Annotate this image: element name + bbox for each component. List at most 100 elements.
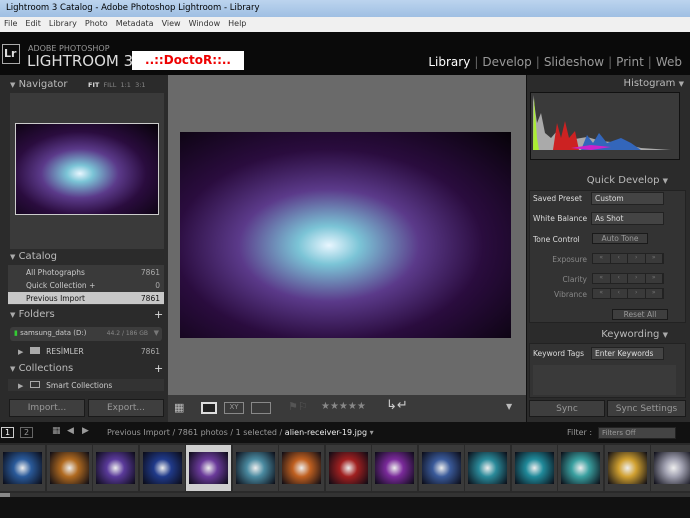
smart-collections[interactable]: ▶ Smart Collections	[8, 379, 164, 391]
folders-header[interactable]: ▼ Folders	[10, 309, 55, 320]
loupe-view-icon[interactable]	[201, 402, 217, 414]
catalog-quick-collection[interactable]: Quick Collection +0	[8, 279, 164, 291]
filter-label: Filter :	[567, 428, 593, 437]
exposure-stepper[interactable]: «‹ ›»	[592, 253, 664, 264]
histogram-header[interactable]: Histogram ▼	[624, 78, 684, 89]
clarity-stepper[interactable]: «‹ ›»	[592, 273, 664, 284]
module-develop[interactable]: Develop	[482, 55, 531, 69]
filmstrip-info-bar: 1 2 ▦ ◀ ▶ Previous Import / 7861 photos …	[0, 424, 690, 442]
smart-collection-icon	[29, 381, 40, 388]
menu-library[interactable]: Library	[49, 19, 77, 28]
catalog-previous-import[interactable]: Previous Import 7861	[8, 292, 164, 304]
module-slideshow[interactable]: Slideshow	[544, 55, 604, 69]
module-print[interactable]: Print	[616, 55, 644, 69]
navigator-image	[15, 123, 159, 215]
filmstrip-thumbnail[interactable]	[232, 445, 278, 491]
menu-file[interactable]: File	[4, 19, 17, 28]
quick-develop-header[interactable]: Quick Develop ▼	[587, 175, 668, 186]
histogram-graph	[533, 95, 671, 150]
filmstrip-thumbnail[interactable]	[558, 445, 603, 491]
grid-icon[interactable]: ▦	[52, 426, 61, 436]
filmstrip-scrollbar[interactable]	[0, 493, 10, 497]
sync-button[interactable]: Sync	[529, 400, 605, 417]
menu-help[interactable]: Help	[228, 19, 246, 28]
filmstrip-thumbnail[interactable]	[604, 445, 650, 491]
toolbar-menu-icon[interactable]: ▼	[506, 402, 512, 411]
thumbnail-image	[96, 452, 135, 484]
white-balance-select[interactable]: As Shot	[591, 212, 664, 225]
filmstrip-thumbnail[interactable]	[372, 445, 417, 491]
back-arrow-icon[interactable]: ◀	[67, 426, 74, 436]
filmstrip-thumbnail[interactable]	[651, 445, 690, 491]
folder-resimler[interactable]: ▶ RESİMLER 7861	[8, 345, 164, 357]
rotate-icons[interactable]: ↳↵	[386, 398, 408, 413]
keywording-header[interactable]: Keywording ▼	[601, 329, 668, 340]
filmstrip-thumbnail[interactable]	[0, 445, 45, 491]
menu-bar: File Edit Library Photo Metadata View Window He…	[0, 17, 690, 32]
thumbnail-image	[328, 452, 368, 484]
menu-photo[interactable]: Photo	[85, 19, 108, 28]
export-button[interactable]: Export...	[88, 399, 164, 417]
menu-edit[interactable]: Edit	[25, 19, 41, 28]
thumbnail-image	[3, 452, 42, 484]
thumbnail-image	[607, 452, 647, 484]
reset-all-button[interactable]: Reset All	[612, 309, 668, 320]
filmstrip[interactable]	[0, 443, 690, 493]
compare-view-icon[interactable]: XY	[224, 402, 244, 414]
menu-view[interactable]: View	[162, 19, 181, 28]
filmstrip-thumbnail[interactable]	[511, 445, 557, 491]
module-library[interactable]: Library	[428, 55, 470, 69]
collections-header[interactable]: ▼ Collections	[10, 363, 73, 374]
filmstrip-scroll[interactable]	[0, 493, 690, 518]
thumbnail-image	[421, 452, 461, 484]
survey-view-icon[interactable]	[251, 402, 271, 414]
flag-icon[interactable]: ⚑⚐	[288, 400, 308, 413]
add-folder-icon[interactable]: +	[154, 308, 163, 321]
thumbnail-image	[142, 452, 182, 484]
filmstrip-thumbnail[interactable]	[418, 445, 464, 491]
filmstrip-thumbnail[interactable]	[139, 445, 185, 491]
zoom-1-1[interactable]: 1:1	[120, 81, 130, 89]
thumbnail-image	[375, 452, 414, 484]
star-rating[interactable]: ★★★★★	[321, 401, 366, 412]
menu-metadata[interactable]: Metadata	[116, 19, 154, 28]
filmstrip-thumbnail[interactable]	[279, 445, 324, 491]
module-web[interactable]: Web	[656, 55, 682, 69]
filmstrip-thumbnail[interactable]	[186, 445, 231, 491]
thumbnail-image	[189, 452, 228, 484]
module-picker: Library | Develop | Slideshow | Print | Web	[428, 55, 682, 69]
thumbnail-image	[282, 452, 321, 484]
saved-preset-select[interactable]: Custom	[591, 192, 664, 205]
thumbnail-image	[561, 452, 600, 484]
keyword-tags-select[interactable]: Enter Keywords	[591, 347, 664, 360]
vibrance-stepper[interactable]: «‹ ›»	[592, 288, 664, 299]
import-button[interactable]: Import...	[9, 399, 85, 417]
screen-1-button[interactable]: 1	[1, 427, 15, 438]
navigator-header[interactable]: ▼ Navigator	[10, 79, 68, 90]
source-path[interactable]: Previous Import / 7861 photos / 1 select…	[107, 428, 374, 437]
forward-arrow-icon[interactable]: ▶	[82, 426, 89, 436]
add-collection-icon[interactable]: +	[154, 362, 163, 375]
sync-settings-button[interactable]: Sync Settings	[607, 400, 686, 417]
grid-view-icon[interactable]: ▦	[174, 401, 184, 414]
filmstrip-thumbnail[interactable]	[465, 445, 510, 491]
zoom-3-1[interactable]: 3:1	[135, 81, 145, 89]
screen-2-button[interactable]: 2	[20, 427, 34, 438]
filmstrip-thumbnail[interactable]	[93, 445, 138, 491]
loupe-view[interactable]	[168, 75, 526, 395]
keywords-textarea[interactable]	[533, 365, 676, 395]
filmstrip-thumbnail[interactable]	[325, 445, 371, 491]
zoom-fit[interactable]: FIT	[88, 81, 99, 89]
navigator-preview[interactable]	[10, 93, 164, 249]
filmstrip-thumbnail[interactable]	[46, 445, 92, 491]
catalog-all-photographs[interactable]: All Photographs 7861	[8, 266, 164, 278]
folder-icon	[29, 347, 40, 354]
white-balance-label: White Balance	[533, 214, 588, 223]
thumbnail-image	[514, 452, 554, 484]
volume-bar[interactable]: ▮ samsung_data (D:) 44.2 / 186 GB ▼	[10, 327, 162, 341]
auto-tone-button[interactable]: Auto Tone	[592, 233, 648, 244]
catalog-header[interactable]: ▼ Catalog	[10, 251, 57, 262]
zoom-fill[interactable]: FILL	[103, 81, 116, 89]
filter-select[interactable]: Filters Off	[598, 427, 676, 439]
menu-window[interactable]: Window	[189, 19, 221, 28]
